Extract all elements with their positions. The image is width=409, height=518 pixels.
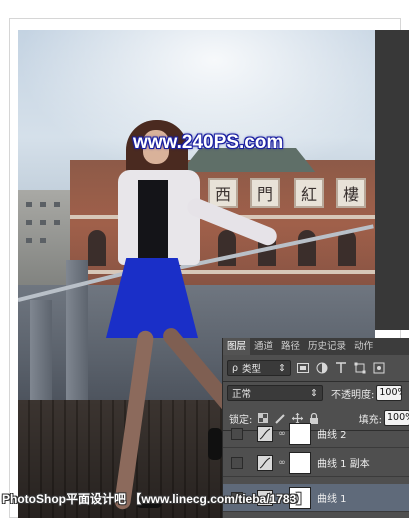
watermark-photoshop-bar: PhotoShop平面设计吧 【www.linecg.com/tieba/178… bbox=[2, 492, 309, 506]
type-filter-icon[interactable] bbox=[334, 361, 348, 375]
filter-kind-select[interactable]: ρ 类型 ⇕ bbox=[227, 360, 291, 376]
smart-object-filter-icon[interactable] bbox=[372, 361, 386, 375]
window bbox=[26, 238, 32, 243]
arched-window bbox=[88, 230, 106, 266]
building-sign-char: 樓 bbox=[336, 178, 366, 208]
layer-mask-thumbnail[interactable] bbox=[289, 422, 311, 445]
arched-window bbox=[338, 230, 356, 266]
window bbox=[40, 220, 46, 225]
adjustment-filter-icon[interactable] bbox=[315, 361, 329, 375]
window bbox=[54, 220, 60, 225]
layer-row[interactable]: ∞ 曲线 1 副本 bbox=[223, 449, 409, 477]
window bbox=[54, 202, 60, 207]
blend-mode-select[interactable]: 正常 ⇕ bbox=[227, 385, 323, 401]
layer-visibility-toggle[interactable] bbox=[231, 456, 243, 469]
select-arrows-icon: ⇕ bbox=[310, 387, 318, 399]
tab-history[interactable]: 历史记录 bbox=[304, 338, 350, 355]
model-shoe bbox=[208, 428, 222, 460]
blend-row: 正常 ⇕ 不透明度: 100% bbox=[223, 383, 409, 403]
curves-adjustment-icon bbox=[257, 454, 273, 471]
layer-name: 曲线 1 副本 bbox=[317, 459, 370, 470]
opacity-input[interactable]: 100% bbox=[376, 385, 403, 401]
tab-layers[interactable]: 图层 bbox=[223, 338, 251, 355]
tab-paths[interactable]: 路径 bbox=[277, 338, 304, 355]
link-chain-icon: ∞ bbox=[278, 457, 286, 468]
tab-channels[interactable]: 通道 bbox=[250, 338, 277, 355]
window bbox=[40, 202, 46, 207]
panel-divider bbox=[223, 381, 409, 382]
window bbox=[26, 202, 32, 207]
layer-mask-thumbnail[interactable] bbox=[289, 451, 311, 474]
building-sign-char: 紅 bbox=[294, 178, 324, 208]
tab-actions[interactable]: 动作 bbox=[350, 338, 377, 355]
workspace-edge bbox=[375, 30, 409, 330]
opacity-label: 不透明度: bbox=[331, 389, 375, 401]
layer-name: 曲线 2 bbox=[317, 430, 347, 441]
window bbox=[26, 220, 32, 225]
panel-tabs: 图层 通道 路径 历史记录 动作 bbox=[223, 338, 409, 355]
window bbox=[40, 238, 46, 243]
layer-visibility-toggle[interactable] bbox=[231, 427, 243, 440]
search-icon: ρ bbox=[232, 362, 239, 374]
select-arrows-icon: ⇕ bbox=[278, 362, 286, 374]
shape-filter-icon[interactable] bbox=[353, 361, 367, 375]
railing-pillar bbox=[30, 300, 52, 410]
layer-filter-row: ρ 类型 ⇕ bbox=[223, 357, 409, 379]
filter-kind-label: 类型 bbox=[242, 364, 262, 375]
layer-row[interactable]: ∞ 曲线 2 bbox=[223, 420, 409, 448]
link-chain-icon: ∞ bbox=[278, 428, 286, 439]
arched-window bbox=[298, 230, 316, 266]
model-black-top bbox=[138, 180, 168, 260]
building-sign-char: 門 bbox=[250, 178, 280, 208]
watermark-240ps: www.240PS.com bbox=[133, 132, 284, 153]
blend-mode-value: 正常 bbox=[232, 389, 252, 400]
left-building bbox=[18, 190, 73, 300]
curves-adjustment-icon bbox=[257, 425, 273, 442]
image-filter-icon[interactable] bbox=[296, 361, 310, 375]
